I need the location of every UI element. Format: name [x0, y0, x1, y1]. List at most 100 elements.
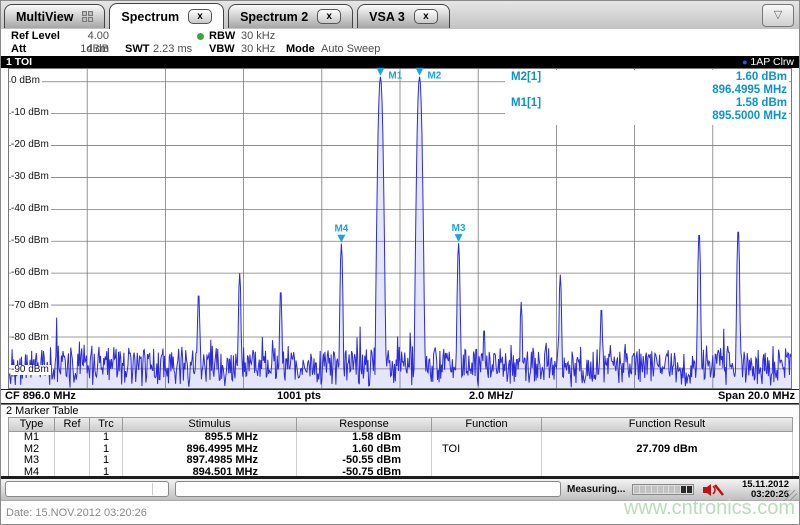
marker-table-cell-response: -50.55 dBm [297, 454, 432, 467]
spectrum-analyzer-window: MultiView Spectrum x Spectrum 2 x VSA 3 x ▽ Re… [0, 0, 800, 525]
marker-table-header-cell: Stimulus [123, 418, 297, 431]
tab-overflow-dropdown-button[interactable]: ▽ [762, 4, 794, 27]
trace-marker-m3[interactable]: M3 [452, 223, 466, 243]
settings-bar: Ref Level 4.00 dBm RBW 30 kHz Att 14 dB … [1, 29, 799, 56]
status-field-left[interactable] [5, 481, 169, 497]
bottom-area: Date: 15.NOV.2012 03:20:26 www.cntronics… [1, 497, 799, 524]
sweep-points: 1001 pts [277, 390, 322, 402]
tab-label: Spectrum 2 [240, 9, 309, 24]
trace-indicator: ● 1AP Clrw [742, 56, 794, 68]
rbw-value[interactable]: 30 kHz [241, 30, 275, 43]
mode-value[interactable]: Auto Sweep [321, 43, 380, 56]
marker-label: M4 [334, 224, 348, 235]
y-axis-tick-label: -50 dBm [11, 235, 51, 247]
tab-multiview[interactable]: MultiView [4, 4, 106, 28]
watermark-text: www.cntronics.com [623, 497, 795, 519]
marker-readout-panel: M2[1] 1.60 dBm 896.4995 MHz M1[1] 1.58 dBm 89… [505, 70, 789, 125]
marker-level: 1.58 dBm [735, 97, 787, 109]
marker-label: M3 [452, 223, 466, 234]
ref-level-label: Ref Level [11, 30, 60, 42]
tab-spectrum[interactable]: Spectrum x [109, 3, 225, 29]
tab-spectrum-2[interactable]: Spectrum 2 x [228, 4, 354, 28]
progress-segment [657, 486, 663, 493]
marker-frequency: 896.4995 MHz [712, 84, 787, 96]
progress-segment [645, 486, 651, 493]
frequency-axis-bar: CF 896.0 MHz 1001 pts 2.0 MHz/ Span 20.0… [1, 389, 799, 404]
y-axis-tick-label: -80 dBm [11, 331, 51, 343]
marker-level: 1.60 dBm [735, 71, 787, 83]
progress-segment [639, 486, 645, 493]
progress-segment [663, 486, 669, 493]
marker-table-cell-ref [55, 432, 90, 444]
measure-progress-bar [632, 484, 694, 495]
marker-table-header-cell: Ref [55, 418, 90, 431]
marker-name: M2[1] [511, 71, 542, 83]
chevron-down-icon: ▽ [773, 9, 783, 21]
y-axis-tick-label: -30 dBm [11, 171, 51, 183]
marker-table-cell-trc: 1 [90, 454, 123, 467]
tab-close-icon[interactable]: x [413, 9, 438, 24]
vbw-value[interactable]: 30 kHz [241, 43, 275, 56]
tab-close-icon[interactable]: x [317, 9, 342, 24]
marker-table-cell-function [432, 432, 542, 444]
diagram-title-bar: 1 TOI ● 1AP Clrw [1, 56, 799, 68]
y-axis-tick-label: -90 dBm [11, 363, 51, 375]
marker-table-cell-stimulus: 895.5 MHz [123, 431, 297, 444]
tab-bar: MultiView Spectrum x Spectrum 2 x VSA 3 x ▽ [1, 1, 799, 30]
status-field-message[interactable] [175, 481, 561, 497]
marker-label: M1 [388, 71, 402, 82]
y-axis-tick-label: 0 dBm [11, 74, 42, 86]
screenshot-date-caption: Date: 15.NOV.2012 03:20:26 [6, 507, 147, 519]
mute-speaker-icon [703, 484, 724, 496]
y-axis-tick-label: -70 dBm [11, 299, 51, 311]
marker-table-cell-ref [55, 443, 90, 455]
progress-segment [669, 486, 675, 493]
tab-close-icon[interactable]: x [188, 9, 213, 24]
marker-table-header-cell: Type [9, 418, 55, 431]
marker-table-cell-function-result: 27.709 dBm [542, 443, 793, 455]
marker-table-header: Type Ref Trc Stimulus Response Function Functi… [9, 417, 793, 432]
marker-table-header-cell: Trc [90, 418, 123, 431]
marker-table-header-cell: Response [297, 418, 432, 431]
marker-table-cell-trc: 1 [90, 431, 123, 444]
marker-table-cell-function-result [542, 432, 793, 444]
marker-table-cell-function-result [542, 455, 793, 467]
tab-label: Spectrum [121, 9, 180, 24]
swt-label: SWT [125, 43, 150, 55]
marker-table-cell-ref [55, 455, 90, 467]
marker-table-header-cell: Function Result [542, 418, 793, 431]
progress-segment [687, 486, 693, 493]
progress-segment [675, 486, 681, 493]
mhz-per-division: 2.0 MHz/ [469, 390, 514, 402]
marker-table-row: M3 1 897.4985 MHz -50.55 dBm [9, 454, 793, 467]
span-value[interactable]: Span 20.0 MHz [718, 390, 795, 403]
vbw-label: VBW [209, 43, 235, 55]
measuring-status: Measuring... [567, 484, 626, 495]
multiview-grid-icon [82, 11, 94, 22]
marker-readout-entry: M2[1] 1.60 dBm 896.4995 MHz [511, 71, 787, 97]
att-label: Att [11, 43, 27, 55]
tab-vsa-3[interactable]: VSA 3 x [357, 4, 450, 28]
marker-table-cell-type: M3 [9, 454, 55, 467]
marker-readout-entry: M1[1] 1.58 dBm 895.5000 MHz [511, 97, 787, 123]
att-value[interactable]: 14 dB [64, 43, 109, 56]
swt-value[interactable]: 2.23 ms [153, 43, 192, 56]
marker-table-cell-function: TOI [432, 443, 542, 455]
tab-label: MultiView [16, 9, 74, 24]
rbw-label: RBW [209, 30, 236, 42]
progress-segment [634, 486, 639, 493]
trace-marker-m4[interactable]: M4 [334, 224, 349, 243]
marker-name: M1[1] [511, 97, 542, 109]
measurement-title: 1 TOI [6, 56, 33, 68]
y-axis-tick-label: -40 dBm [11, 203, 51, 215]
marker-table-cell-type: M1 [9, 431, 55, 444]
marker-table-cell-response: 1.58 dBm [297, 431, 432, 444]
tab-label: VSA 3 [369, 9, 405, 24]
center-frequency[interactable]: CF 896.0 MHz [5, 390, 76, 403]
rbw-coupling-dot-icon [197, 33, 204, 40]
trace-dot-icon: ● [742, 57, 748, 67]
marker-table-cell-function [432, 455, 542, 467]
y-axis-tick-label: -10 dBm [11, 106, 51, 118]
marker-frequency: 895.5000 MHz [712, 110, 787, 122]
y-axis-tick-label: -60 dBm [11, 267, 51, 279]
